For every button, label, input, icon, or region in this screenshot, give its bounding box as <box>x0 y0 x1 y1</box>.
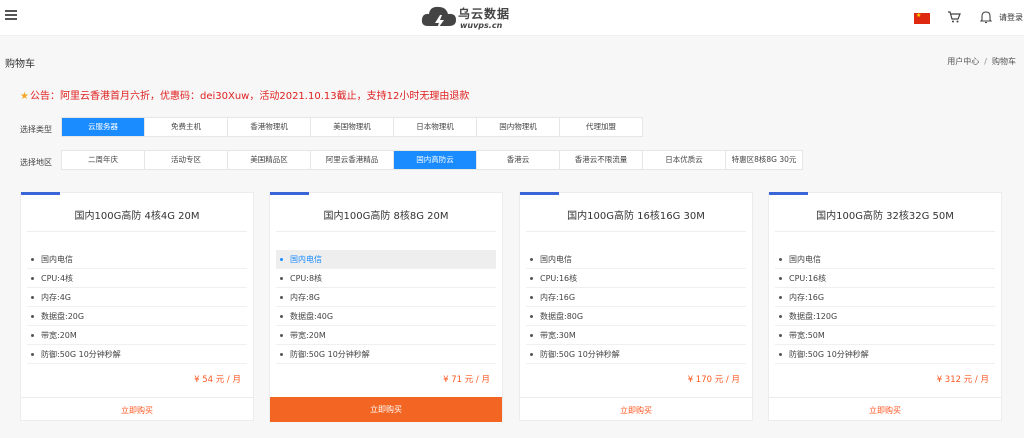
type-filter-label: 选择类型 <box>20 125 52 134</box>
page-title: 购物车 <box>5 59 35 70</box>
region-option-us-premium[interactable]: 美国精品区 <box>228 151 311 169</box>
spec-item: 防御:50G 10分钟秒解 <box>775 345 995 364</box>
spec-item-hovered: 国内电信 <box>276 250 496 269</box>
spec-item: 带宽:50M <box>775 326 995 345</box>
region-option-special-deal[interactable]: 特惠区8核8G 30元 <box>726 151 802 169</box>
region-option-jp-cloud[interactable]: 日本优质云 <box>643 151 726 169</box>
spec-item: 数据盘:120G <box>775 307 995 326</box>
spec-item: 防御:50G 10分钟秒解 <box>27 345 247 364</box>
spec-item: 内存:16G <box>526 288 746 307</box>
breadcrumb-separator: / <box>984 57 987 66</box>
buy-now-button[interactable]: 立即购买 <box>21 397 253 422</box>
star-icon: ★ <box>20 91 29 102</box>
announcement-text: 公告：阿里云香港首月六折，优惠码：dei30Xuw，活动2021.10.13截止… <box>29 91 470 102</box>
product-card: 国内100G高防 4核4G 20M 国内电信 CPU:4核 内存:4G 数据盘:… <box>20 192 254 421</box>
region-option-hk-unlimited[interactable]: 香港云不限流量 <box>560 151 643 169</box>
spec-item: 带宽:30M <box>526 326 746 345</box>
breadcrumb: 用户中心 / 购物车 <box>947 56 1016 67</box>
buy-now-button[interactable]: 立即购买 <box>520 397 752 422</box>
region-option-cn-ddos-cloud[interactable]: 国内高防云 <box>394 151 477 169</box>
product-price: ¥ 54 元 / 月 <box>194 375 241 385</box>
spec-item: 带宽:20M <box>27 326 247 345</box>
breadcrumb-user-center[interactable]: 用户中心 <box>947 57 979 66</box>
spec-item: 内存:16G <box>775 288 995 307</box>
buy-now-button[interactable]: 立即购买 <box>769 397 1001 422</box>
spec-item: 内存:8G <box>276 288 496 307</box>
top-navigation-bar: 乌云数据 wuvps.cn ★ 请登录 <box>0 0 1024 36</box>
login-link[interactable]: 请登录 <box>999 12 1023 23</box>
spec-item: CPU:16核 <box>526 269 746 288</box>
spec-list: 国内电信 CPU:16核 内存:16G 数据盘:120G 带宽:50M 防御:5… <box>775 250 995 364</box>
buy-now-button[interactable]: 立即购买 <box>270 397 502 422</box>
spec-list: 国内电信 CPU:4核 内存:4G 数据盘:20G 带宽:20M 防御:50G … <box>27 250 247 364</box>
card-accent-bar <box>270 192 309 195</box>
product-title: 国内100G高防 32核32G 50M <box>816 211 954 222</box>
spec-item: 国内电信 <box>775 250 995 269</box>
bell-icon[interactable] <box>980 10 992 24</box>
product-price: ¥ 71 元 / 月 <box>443 375 490 385</box>
divider <box>27 231 247 232</box>
type-option-hk-physical[interactable]: 香港物理机 <box>228 118 311 136</box>
divider <box>775 231 995 232</box>
cloud-lightning-icon <box>421 6 456 31</box>
announcement: ★公告：阿里云香港首月六折，优惠码：dei30Xuw，活动2021.10.13截… <box>20 87 469 102</box>
region-option-aliyun-hk[interactable]: 阿里云香港精品 <box>311 151 394 169</box>
type-filter-group: 云服务器 免费主机 香港物理机 美国物理机 日本物理机 国内物理机 代理加盟 <box>61 117 643 137</box>
product-card: 国内100G高防 16核16G 30M 国内电信 CPU:16核 内存:16G … <box>519 192 753 421</box>
spec-item: CPU:16核 <box>775 269 995 288</box>
divider <box>526 231 746 232</box>
logo-domain: wuvps.cn <box>460 21 503 30</box>
spec-list: 国内电信 CPU:8核 内存:8G 数据盘:40G 带宽:20M 防御:50G … <box>276 250 496 364</box>
shopping-cart-icon[interactable] <box>947 10 961 24</box>
logo-text: 乌云数据 <box>458 7 511 21</box>
product-card: 国内100G高防 8核8G 20M 国内电信 CPU:8核 内存:8G 数据盘:… <box>269 192 503 422</box>
card-accent-bar <box>769 192 808 195</box>
spec-item: 带宽:20M <box>276 326 496 345</box>
type-option-free-host[interactable]: 免费主机 <box>145 118 228 136</box>
product-title: 国内100G高防 4核4G 20M <box>74 211 200 222</box>
region-option-promo[interactable]: 活动专区 <box>145 151 228 169</box>
region-filter-label: 选择地区 <box>20 158 52 167</box>
spec-list: 国内电信 CPU:16核 内存:16G 数据盘:80G 带宽:30M 防御:50… <box>526 250 746 364</box>
spec-item: 数据盘:20G <box>27 307 247 326</box>
card-accent-bar <box>21 192 60 195</box>
spec-item: 国内电信 <box>526 250 746 269</box>
spec-item: 数据盘:40G <box>276 307 496 326</box>
type-option-agent[interactable]: 代理加盟 <box>560 118 642 136</box>
spec-item: CPU:8核 <box>276 269 496 288</box>
type-option-jp-physical[interactable]: 日本物理机 <box>394 118 477 136</box>
product-price: ¥ 170 元 / 月 <box>687 375 740 385</box>
type-option-cn-physical[interactable]: 国内物理机 <box>477 118 560 136</box>
breadcrumb-cart: 购物车 <box>992 57 1016 66</box>
type-option-cloud-server[interactable]: 云服务器 <box>62 118 145 136</box>
spec-item: 防御:50G 10分钟秒解 <box>526 345 746 364</box>
spec-item: 内存:4G <box>27 288 247 307</box>
product-title: 国内100G高防 8核8G 20M <box>323 211 449 222</box>
spec-item: CPU:4核 <box>27 269 247 288</box>
product-price: ¥ 312 元 / 月 <box>936 375 989 385</box>
region-option-hk-cloud[interactable]: 香港云 <box>477 151 560 169</box>
china-flag-icon[interactable]: ★ <box>914 12 930 24</box>
hamburger-menu-icon[interactable] <box>5 10 17 20</box>
spec-item: 防御:50G 10分钟秒解 <box>276 345 496 364</box>
type-option-us-physical[interactable]: 美国物理机 <box>311 118 394 136</box>
region-filter-group: 二周年庆 活动专区 美国精品区 阿里云香港精品 国内高防云 香港云 香港云不限流… <box>61 150 803 170</box>
divider <box>276 231 496 232</box>
region-option-anniversary[interactable]: 二周年庆 <box>62 151 145 169</box>
card-accent-bar <box>520 192 559 195</box>
spec-item: 国内电信 <box>27 250 247 269</box>
product-title: 国内100G高防 16核16G 30M <box>567 211 705 222</box>
product-card: 国内100G高防 32核32G 50M 国内电信 CPU:16核 内存:16G … <box>768 192 1002 421</box>
site-logo[interactable]: 乌云数据 wuvps.cn <box>420 2 540 34</box>
spec-item: 数据盘:80G <box>526 307 746 326</box>
